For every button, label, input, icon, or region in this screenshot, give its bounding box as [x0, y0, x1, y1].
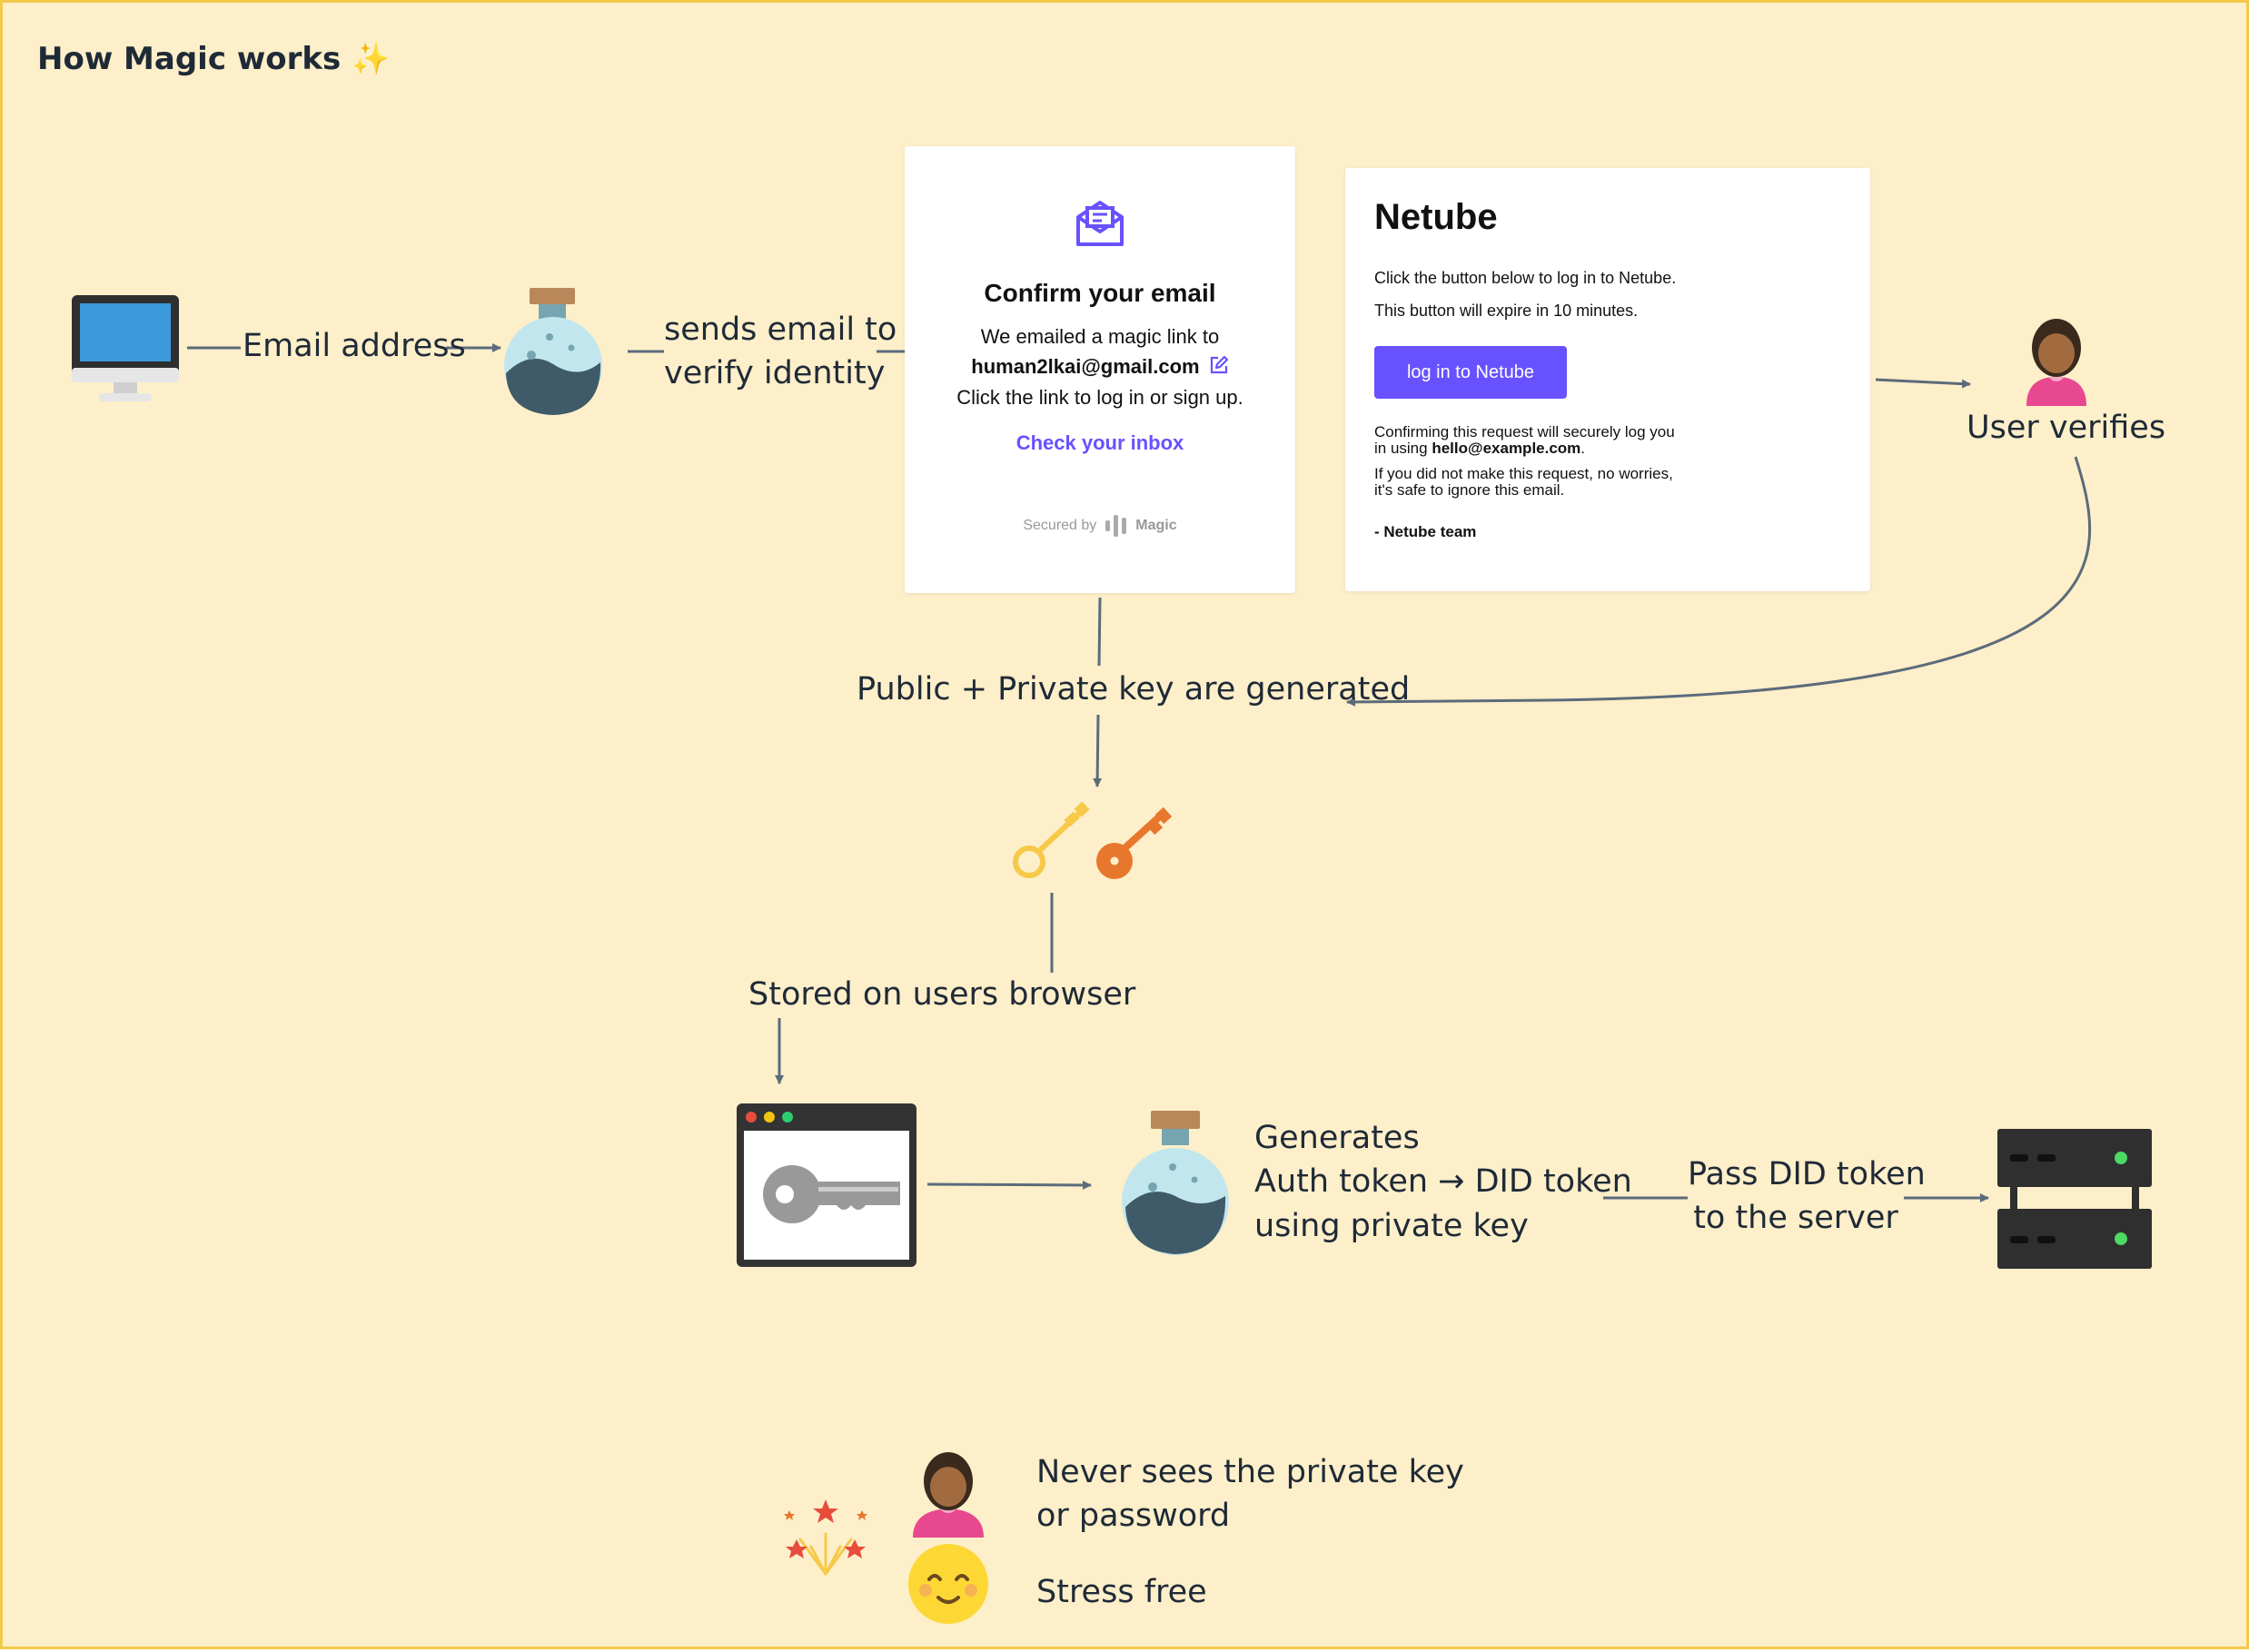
netube-confirm-text: Confirming this request will securely lo…	[1374, 424, 1792, 457]
arrow-keys-label-to-keys	[1093, 714, 1103, 787]
smiley-icon	[908, 1544, 988, 1624]
label-pass-did: Pass DID token to the server	[1688, 1152, 1926, 1241]
netube-confirm-suffix: .	[1580, 439, 1586, 457]
login-netube-button[interactable]: log in to Netube	[1374, 346, 1567, 399]
netube-signoff: - Netube team	[1374, 524, 1792, 540]
label-pass-did-line1: Pass DID token	[1688, 1156, 1926, 1192]
magic-brand-text: Magic	[1135, 518, 1177, 533]
server-icon	[1997, 1129, 2152, 1269]
label-generates-line3: using private key	[1254, 1207, 1529, 1244]
fireworks-icon	[784, 1499, 867, 1576]
person-icon	[2026, 319, 2086, 406]
arrow-browser-to-flask	[926, 1180, 1092, 1190]
label-never-sees-line2: or password	[1036, 1498, 1231, 1535]
confirm-email-row: human2lkai@gmail.com	[905, 355, 1295, 379]
label-stress-free: Stress free	[1036, 1574, 1207, 1610]
diagram-canvas: How Magic works ✨ Email address sends em…	[0, 0, 2249, 1649]
netube-confirm-prefix: in using	[1374, 439, 1432, 457]
label-email-address: Email address	[243, 328, 466, 364]
label-sends-email-line1: sends email to	[664, 312, 897, 348]
confirm-email-address: human2lkai@gmail.com	[971, 355, 1200, 378]
netube-confirm-line2: in using hello@example.com.	[1374, 440, 1792, 457]
netube-confirm-email: hello@example.com	[1432, 439, 1581, 457]
label-never-sees: Never sees the private key or password	[1036, 1450, 1464, 1538]
public-key-icon	[1013, 801, 1090, 878]
secured-by-row: Secured by Magic	[905, 515, 1295, 537]
monitor-icon	[72, 295, 179, 401]
netube-signoff-text: - Netube team	[1374, 523, 1477, 540]
mail-open-icon	[1076, 201, 1124, 246]
label-stored-browser: Stored on users browser	[748, 976, 1136, 1013]
netube-line2: This button will expire in 10 minutes.	[1374, 302, 1639, 320]
arrow-card-to-keys-label	[1097, 597, 1102, 667]
arrow-card-to-user	[1875, 378, 1971, 389]
label-generates: Generates Auth token → DID token using p…	[1254, 1116, 1632, 1248]
secured-by-text: Secured by	[1023, 518, 1097, 533]
person-icon-2	[913, 1452, 984, 1538]
label-never-sees-line1: Never sees the private key	[1036, 1454, 1464, 1490]
keys-icon	[1013, 801, 1173, 879]
confirm-heading: Confirm your email	[984, 279, 1216, 307]
label-keys-generated: Public + Private key are generated	[857, 671, 1411, 707]
label-sends-email-line2: verify identity	[664, 355, 886, 392]
confirm-line1: We emailed a magic link to	[980, 325, 1220, 348]
label-pass-did-line2: to the server	[1693, 1200, 1898, 1237]
netube-ignore-line1: If you did not make this request, no wor…	[1374, 465, 1673, 482]
label-generates-line2: Auth token → DID token	[1254, 1163, 1632, 1201]
label-user-verifies: User verifies	[1967, 410, 2166, 446]
netube-ignore-text: If you did not make this request, no wor…	[1374, 466, 1792, 499]
netube-brand: Netube	[1374, 197, 1498, 237]
confirm-email-card: Confirm your email We emailed a magic li…	[905, 146, 1295, 593]
check-inbox-link[interactable]: Check your inbox	[905, 431, 1295, 455]
label-generates-line1: Generates	[1254, 1120, 1420, 1156]
netube-ignore-line2: it's safe to ignore this email.	[1374, 480, 1565, 499]
confirm-line3: Click the link to log in or sign up.	[956, 386, 1243, 409]
magic-flask-icon-2	[1122, 1111, 1229, 1255]
edit-icon[interactable]	[1209, 355, 1229, 375]
browser-key-icon	[737, 1103, 916, 1267]
private-key-icon	[1096, 806, 1173, 879]
magic-logo-icon	[1105, 515, 1127, 537]
magic-flask-icon	[504, 288, 602, 415]
netube-line1: Click the button below to log in to Netu…	[1374, 269, 1677, 287]
netube-confirm-line1: Confirming this request will securely lo…	[1374, 423, 1675, 440]
netube-email-card: Netube Click the button below to log in …	[1345, 168, 1870, 591]
label-sends-email: sends email to verify identity	[664, 308, 897, 396]
